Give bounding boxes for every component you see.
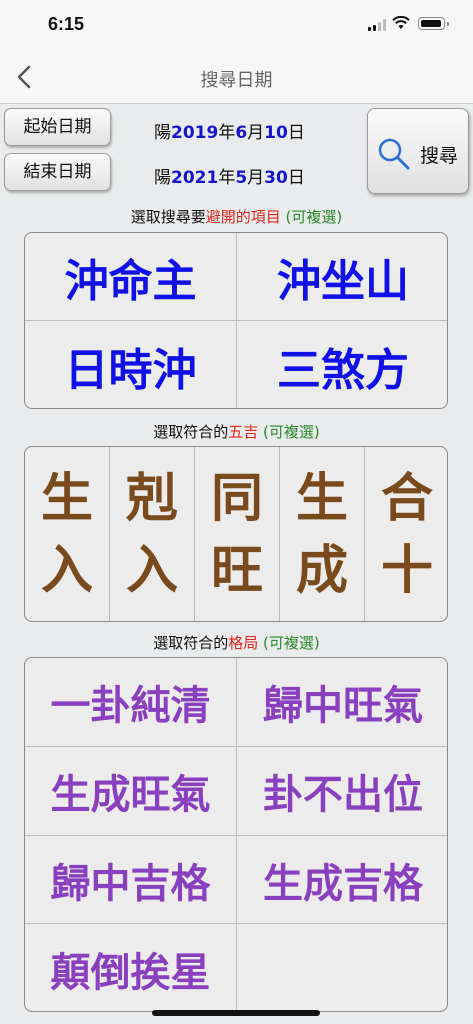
geju-option-guizhong-wangqi[interactable]: 歸中旺氣 bbox=[237, 658, 447, 747]
battery-icon bbox=[418, 17, 449, 30]
search-label: 搜尋 bbox=[420, 145, 459, 167]
wuji-section-title: 選取符合的五吉 (可複選) bbox=[153, 423, 320, 441]
cellular-signal-icon bbox=[368, 19, 386, 31]
geju-option-shengcheng-wangqi[interactable]: 生成旺氣 bbox=[25, 747, 237, 836]
page-title: 搜尋日期 bbox=[200, 70, 273, 91]
geju-option-gua-buchuwei[interactable]: 卦不出位 bbox=[237, 747, 447, 836]
wuji-option-keru[interactable]: 剋入 bbox=[110, 447, 195, 621]
wuji-option-shengcheng[interactable]: 生成 bbox=[280, 447, 365, 621]
avoid-panel: 沖命主 沖坐山 日時沖 三煞方 bbox=[24, 232, 448, 409]
start-date-button[interactable]: 起始日期 bbox=[4, 108, 111, 146]
avoid-option-chong-mingzhu[interactable]: 沖命主 bbox=[25, 233, 237, 321]
wuji-panel: 生入 剋入 同旺 生成 合十 bbox=[24, 446, 448, 622]
geju-section-title: 選取符合的格局 (可複選) bbox=[153, 634, 320, 652]
geju-option-guizhong-jige[interactable]: 歸中吉格 bbox=[25, 836, 237, 924]
search-button[interactable]: 搜尋 bbox=[367, 108, 469, 194]
status-bar: 6:15 bbox=[0, 0, 473, 50]
avoid-option-rishi-chong[interactable]: 日時沖 bbox=[25, 321, 237, 408]
end-date-button[interactable]: 結束日期 bbox=[4, 153, 111, 191]
nav-bar: 搜尋日期 bbox=[0, 50, 473, 104]
avoid-option-sansha-fang[interactable]: 三煞方 bbox=[237, 321, 447, 408]
home-indicator bbox=[152, 1010, 320, 1016]
avoid-section-title: 選取搜尋要避開的項目 (可複選) bbox=[130, 208, 343, 226]
wifi-icon bbox=[392, 16, 410, 29]
geju-panel: 一卦純清 歸中旺氣 生成旺氣 卦不出位 歸中吉格 生成吉格 顛倒挨星 bbox=[24, 657, 448, 1012]
wuji-option-shengru[interactable]: 生入 bbox=[25, 447, 110, 621]
geju-option-shengcheng-jige[interactable]: 生成吉格 bbox=[237, 836, 447, 924]
search-icon bbox=[378, 138, 410, 170]
wuji-option-heshi[interactable]: 合十 bbox=[365, 447, 447, 621]
avoid-option-chong-zuoshan[interactable]: 沖坐山 bbox=[237, 233, 447, 321]
wuji-option-tongwang[interactable]: 同旺 bbox=[195, 447, 280, 621]
start-date-value: 陽2019年6月10日 bbox=[154, 123, 305, 143]
status-time: 6:15 bbox=[48, 14, 85, 34]
end-date-value: 陽2021年5月30日 bbox=[154, 168, 305, 188]
geju-empty-cell bbox=[237, 924, 447, 1011]
geju-option-yigua-chunqing[interactable]: 一卦純清 bbox=[25, 658, 237, 747]
geju-option-diandao-aixing[interactable]: 顛倒挨星 bbox=[25, 924, 237, 1011]
